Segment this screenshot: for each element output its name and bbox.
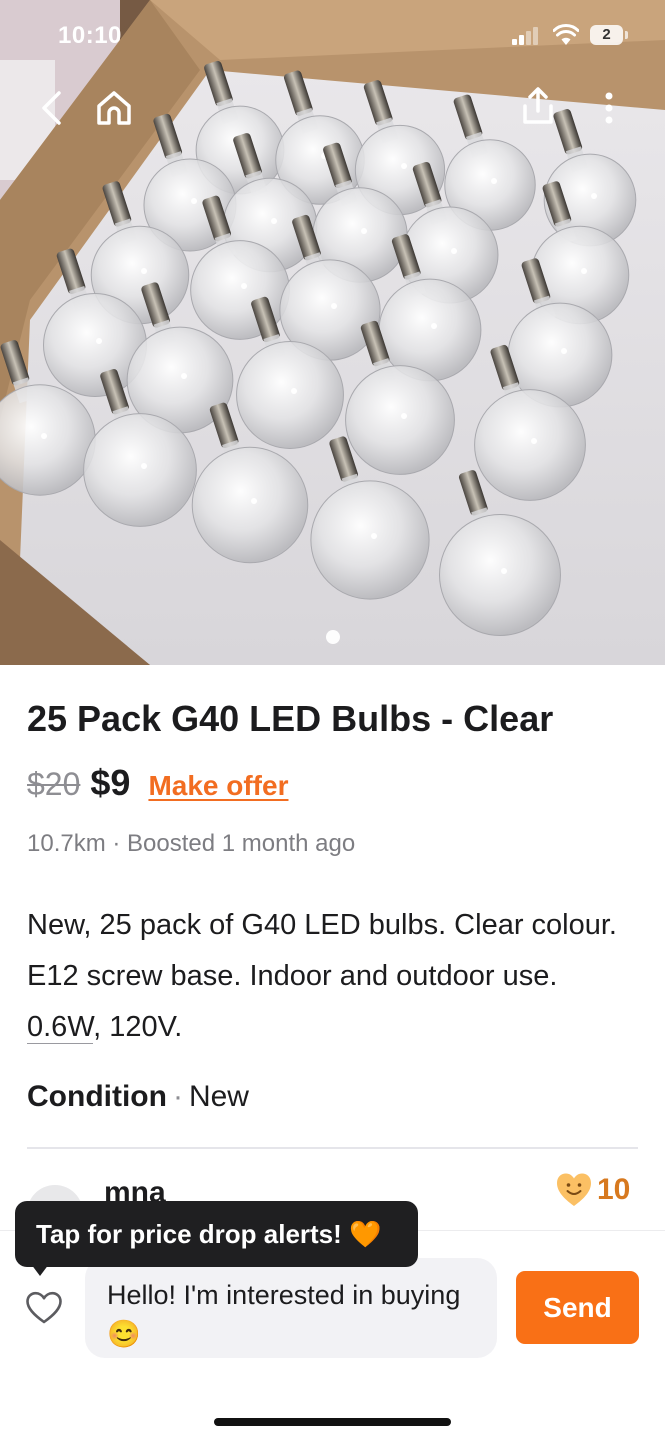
home-indicator[interactable]	[214, 1418, 451, 1426]
more-options-button[interactable]	[592, 86, 626, 130]
status-bar: 10:10 2	[0, 0, 665, 70]
status-time: 10:10	[58, 22, 122, 49]
smiling-heart-icon	[557, 1173, 591, 1206]
share-icon	[523, 87, 553, 124]
description-wattage[interactable]: 0.6W	[27, 1011, 94, 1044]
description-text-end: , 120V.	[93, 1011, 183, 1043]
tooltip-text: Tap for price drop alerts! 🧡	[36, 1219, 382, 1249]
home-icon	[97, 91, 131, 125]
cellular-signal-icon	[512, 27, 538, 45]
current-price: $9	[90, 762, 131, 803]
heart-outline-icon	[26, 1291, 62, 1324]
make-offer-link[interactable]: Make offer	[148, 770, 288, 802]
listing-meta: 10.7km · Boosted 1 month ago	[27, 830, 356, 857]
battery-tip	[625, 31, 628, 39]
section-divider	[27, 1147, 638, 1149]
listing-description: New, 25 pack of G40 LED bulbs. Clear col…	[27, 900, 637, 1053]
tooltip-arrow	[31, 1264, 49, 1276]
rating-count: 10	[597, 1173, 631, 1206]
condition-separator: ·	[172, 1080, 183, 1113]
carousel-indicator	[0, 630, 665, 644]
send-button[interactable]: Send	[516, 1271, 639, 1344]
condition-label: Condition	[27, 1080, 167, 1113]
chevron-left-icon	[42, 91, 61, 125]
condition-row: Condition · New	[27, 1080, 249, 1114]
wifi-icon	[553, 24, 579, 45]
more-vertical-icon	[605, 92, 613, 124]
original-price: $20	[27, 766, 81, 802]
share-button[interactable]	[516, 84, 560, 128]
message-input[interactable]: Hello! I'm interested in buying 😊	[85, 1258, 497, 1358]
listing-title: 25 Pack G40 LED Bulbs - Clear	[27, 698, 554, 739]
back-button[interactable]	[32, 88, 72, 128]
carousel-dot[interactable]	[325, 630, 340, 644]
description-text: New, 25 pack of G40 LED bulbs. Clear col…	[27, 909, 617, 992]
price-row: $20 $9 Make offer	[27, 762, 288, 804]
home-button[interactable]	[92, 86, 136, 130]
favorite-button[interactable]	[24, 1288, 64, 1328]
price-alert-tooltip[interactable]: Tap for price drop alerts! 🧡	[15, 1201, 418, 1267]
condition-value: New	[188, 1080, 249, 1113]
battery-icon: 2	[590, 25, 623, 45]
seller-rating[interactable]: 10	[555, 1172, 630, 1208]
battery-level: 2	[602, 26, 611, 43]
